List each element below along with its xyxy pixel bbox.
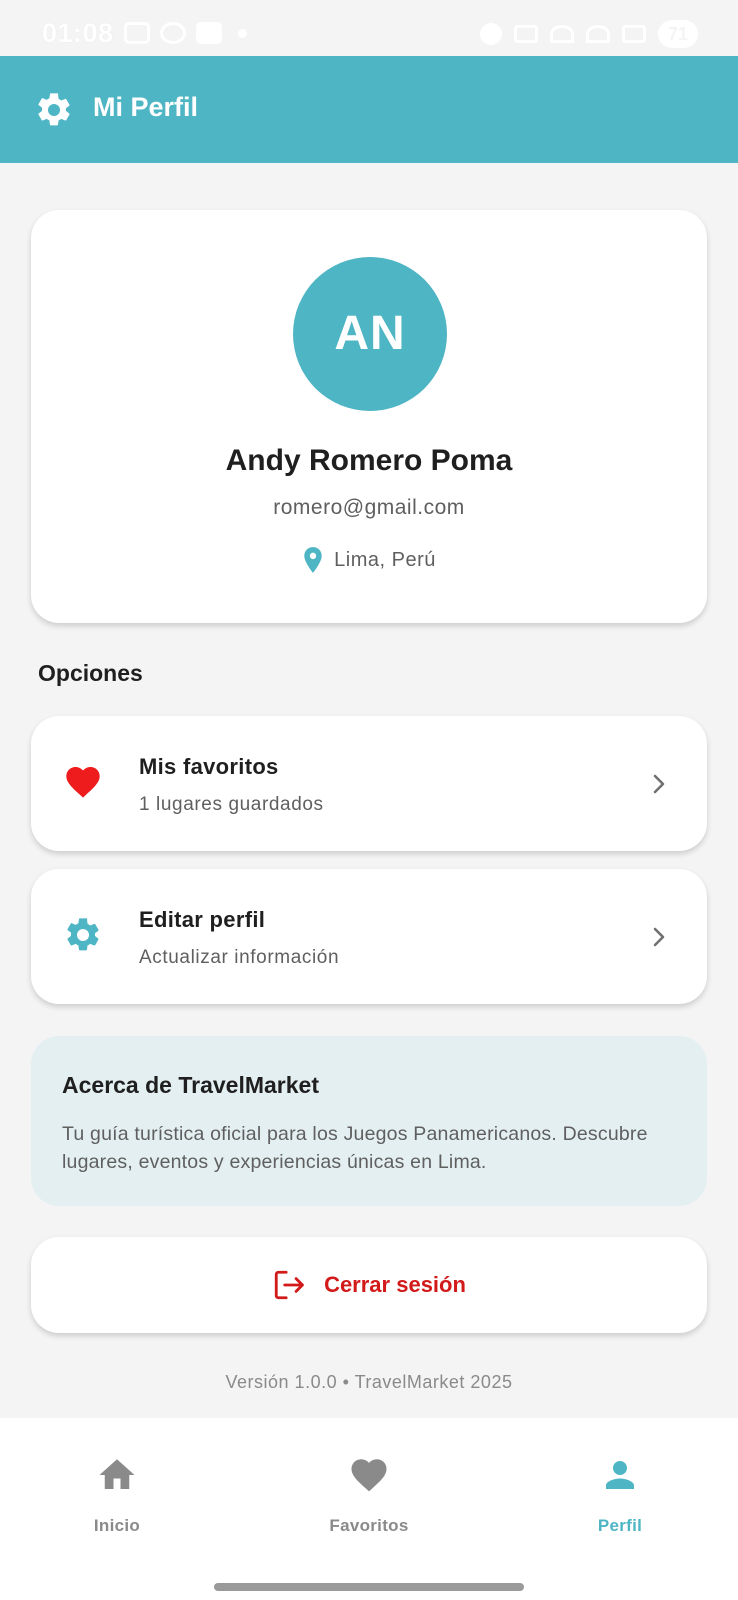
avatar: AN xyxy=(293,257,447,411)
location-pin-icon xyxy=(304,547,322,573)
battery-indicator: 71 xyxy=(658,20,698,48)
location-text: Lima, Perú xyxy=(334,548,436,571)
option-title: Editar perfil xyxy=(139,907,266,932)
chevron-right-icon xyxy=(653,927,665,947)
gear-icon xyxy=(38,93,70,126)
bottom-navigation: Inicio Favoritos Perfil xyxy=(0,1418,738,1600)
wifi-icon xyxy=(586,25,610,43)
app-bar: Mi Perfil xyxy=(0,56,738,163)
option-editar-perfil[interactable]: Editar perfil Actualizar información xyxy=(31,869,707,1004)
status-bar: 01:08 71 xyxy=(0,0,738,56)
option-subtitle: Actualizar información xyxy=(139,947,340,968)
youtube-icon xyxy=(196,22,222,44)
gear-icon xyxy=(67,918,99,951)
mute-icon xyxy=(550,25,574,43)
option-subtitle: 1 lugares guardados xyxy=(139,794,324,815)
chevron-right-icon xyxy=(653,774,665,794)
nav-label: Favoritos xyxy=(329,1516,409,1535)
heart-icon xyxy=(66,767,100,798)
home-indicator[interactable] xyxy=(214,1583,524,1591)
nav-label: Inicio xyxy=(93,1516,141,1535)
notification-icons xyxy=(124,22,247,44)
profile-name: Andy Romero Poma xyxy=(225,444,513,477)
home-icon xyxy=(99,1459,135,1489)
dnd-icon xyxy=(480,23,502,45)
logout-button[interactable]: Cerrar sesión xyxy=(31,1237,707,1333)
profile-card: AN Andy Romero Poma romero@gmail.com Lim… xyxy=(31,210,707,623)
system-icons: 71 xyxy=(480,20,698,48)
version-text: Versión 1.0.0 • TravelMarket 2025 xyxy=(225,1372,513,1392)
more-notifications-icon xyxy=(238,28,247,38)
section-title-opciones: Opciones xyxy=(38,660,143,686)
nav-item-perfil[interactable]: Perfil xyxy=(550,1454,690,1536)
signal-icon xyxy=(622,25,646,43)
profile-email: romero@gmail.com xyxy=(273,496,465,519)
person-icon xyxy=(606,1461,634,1489)
whatsapp-icon xyxy=(160,22,186,44)
logout-label: Cerrar sesión xyxy=(324,1272,466,1297)
about-title: Acerca de TravelMarket xyxy=(62,1072,319,1098)
logout-icon xyxy=(274,1270,304,1300)
about-section: Acerca de TravelMarket Tu guía turística… xyxy=(31,1036,707,1206)
status-time: 01:08 xyxy=(42,18,114,48)
heart-icon xyxy=(351,1459,387,1492)
nav-item-inicio[interactable]: Inicio xyxy=(47,1454,187,1536)
option-title: Mis favoritos xyxy=(139,754,279,779)
about-description: Tu guía turística oficial para los Juego… xyxy=(62,1123,648,1173)
sleep-icon xyxy=(514,25,538,43)
page-title: Mi Perfil xyxy=(93,92,199,122)
option-mis-favoritos[interactable]: Mis favoritos 1 lugares guardados xyxy=(31,716,707,851)
scan-icon xyxy=(124,22,150,44)
profile-location: Lima, Perú xyxy=(31,546,707,574)
nav-label: Perfil xyxy=(597,1516,643,1535)
nav-item-favoritos[interactable]: Favoritos xyxy=(299,1454,439,1536)
